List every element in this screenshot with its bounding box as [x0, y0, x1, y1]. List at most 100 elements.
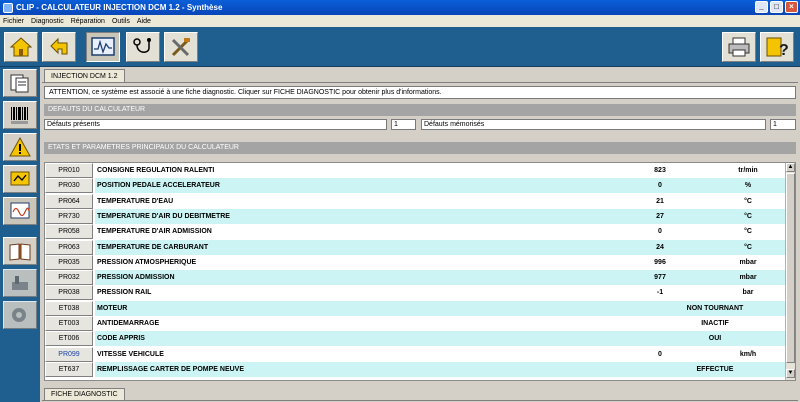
- param-value: 823: [654, 167, 666, 174]
- param-value: 27: [656, 212, 664, 220]
- param-value: 0: [658, 228, 662, 236]
- param-row: PR058 TEMPERATURE D'AIR ADMISSION 0 °C: [45, 224, 787, 240]
- param-status: OUI: [708, 335, 722, 343]
- param-unit: %: [744, 182, 752, 190]
- faults-present-count: 1: [391, 119, 416, 130]
- param-row: ET006 CODE APPRIS OUI: [45, 331, 787, 347]
- param-row: PR064 TEMPERATURE D'EAU 21 °C: [45, 193, 787, 209]
- faults-header: DEFAUTS DU CALCULATEUR: [44, 104, 796, 116]
- param-row: PR730 TEMPERATURE D'AIR DU DEBITMETRE 27 °C: [45, 208, 787, 224]
- param-unit: tr/min: [738, 167, 758, 174]
- barcode-button[interactable]: [3, 101, 37, 129]
- param-value: 21: [656, 197, 664, 205]
- param-code[interactable]: PR058: [45, 224, 93, 240]
- title-bar: CLIP - CALCULATEUR INJECTION DCM 1.2 - S…: [0, 0, 800, 15]
- repair-button[interactable]: [3, 269, 37, 297]
- documentation-icon: [9, 243, 31, 261]
- param-code[interactable]: PR063: [45, 239, 93, 255]
- main-panel: INJECTION DCM 1.2 ATTENTION, ce système …: [40, 67, 800, 402]
- bottom-divider: [42, 400, 798, 401]
- faults-present-label: Défauts présents: [44, 119, 387, 130]
- documentation-button[interactable]: [3, 237, 37, 265]
- maximize-button[interactable]: □: [770, 1, 783, 13]
- param-unit: mbar: [739, 258, 757, 266]
- oscilloscope-button[interactable]: [86, 32, 120, 62]
- special-functions-button[interactable]: [3, 301, 37, 329]
- params-scrollbar[interactable]: ▲ ▼: [785, 163, 795, 380]
- param-code[interactable]: PR030: [45, 178, 93, 194]
- param-value: -1: [656, 289, 664, 297]
- status-button[interactable]: [3, 165, 37, 193]
- multimeter-icon: [133, 38, 151, 53]
- param-code[interactable]: ET637: [45, 361, 93, 377]
- param-status: NON TOURNANT: [686, 304, 744, 312]
- param-row: ET038 MOTEUR NON TOURNANT: [45, 300, 787, 316]
- special-functions-icon: [12, 308, 26, 322]
- scroll-thumb[interactable]: [786, 173, 795, 363]
- print-button[interactable]: [722, 32, 756, 62]
- menu-diagnostic[interactable]: Diagnostic: [31, 18, 64, 25]
- multimeter-button[interactable]: [126, 32, 160, 62]
- scroll-up-icon[interactable]: ▲: [786, 163, 795, 172]
- help-icon: ?: [766, 37, 789, 58]
- param-value: 996: [654, 258, 666, 266]
- menu-reparation[interactable]: Réparation: [71, 18, 105, 25]
- param-value: 977: [654, 274, 666, 282]
- app-icon: [3, 2, 13, 13]
- parameters-icon: [10, 202, 30, 219]
- printer-icon: [728, 37, 750, 57]
- home-icon: [9, 37, 33, 57]
- param-code[interactable]: PR038: [45, 285, 93, 301]
- param-value: 24: [656, 243, 664, 251]
- params-table: PR010 CONSIGNE REGULATION RALENTI 823 tr/mi…: [44, 162, 796, 381]
- param-code[interactable]: ET038: [45, 300, 93, 316]
- param-code[interactable]: PR010: [45, 163, 93, 178]
- close-button[interactable]: ×: [785, 1, 798, 13]
- param-code[interactable]: PR032: [45, 270, 93, 286]
- diagnostic-notice: ATTENTION, ce système est associé à une …: [44, 86, 796, 99]
- tab-divider: [42, 82, 798, 83]
- param-code[interactable]: PR099: [45, 346, 93, 362]
- barcode-icon: [11, 107, 28, 124]
- minimize-button[interactable]: _: [755, 1, 768, 13]
- param-status: EFFECTUE: [696, 365, 734, 373]
- param-code[interactable]: ET006: [45, 331, 93, 347]
- menu-fichier[interactable]: Fichier: [3, 18, 24, 25]
- param-code[interactable]: PR730: [45, 208, 93, 224]
- faults-button[interactable]: [3, 133, 37, 161]
- back-button[interactable]: [42, 32, 76, 62]
- menu-outils[interactable]: Outils: [112, 18, 130, 25]
- param-unit: °C: [744, 212, 752, 220]
- param-row: PR035 PRESSION ATMOSPHERIQUE 996 mbar: [45, 254, 787, 270]
- menu-aide[interactable]: Aide: [137, 18, 151, 25]
- param-unit: mbar: [739, 274, 757, 282]
- param-value: 0: [658, 350, 662, 358]
- param-code[interactable]: PR035: [45, 254, 93, 270]
- faults-stored-count: 1: [770, 119, 796, 130]
- window-title: CLIP - CALCULATEUR INJECTION DCM 1.2 - S…: [16, 3, 223, 12]
- home-button[interactable]: [4, 32, 38, 62]
- identification-button[interactable]: [3, 69, 37, 97]
- oscilloscope-icon: [91, 37, 115, 56]
- repair-icon: [12, 276, 28, 290]
- param-status: INACTIF: [701, 320, 729, 327]
- menu-bar: Fichier Diagnostic Réparation Outils Aid…: [0, 15, 800, 27]
- tab-injection[interactable]: INJECTION DCM 1.2: [44, 69, 125, 83]
- param-row: PR032 PRESSION ADMISSION 977 mbar: [45, 270, 787, 286]
- help-glyph: ?: [779, 42, 789, 58]
- param-row: ET637 REMPLISSAGE CARTER DE POMPE NEUVE EF…: [45, 361, 787, 377]
- param-row: PR030 POSITION PEDALE ACCELERATEUR 0%: [45, 178, 787, 194]
- tools-button[interactable]: [164, 32, 198, 62]
- param-code[interactable]: ET003: [45, 316, 93, 331]
- params-header: ETATS ET PARAMETRES PRINCIPAUX DU CALCUL…: [44, 142, 796, 154]
- param-row: ET003 ANTIDEMARRAGE INACTIF: [45, 316, 787, 331]
- parameters-button[interactable]: [3, 197, 37, 225]
- param-unit: °C: [744, 197, 752, 205]
- status-icon: [10, 171, 30, 186]
- help-button[interactable]: ?: [760, 32, 794, 62]
- tools-icon: [171, 38, 190, 57]
- param-row: PR099 VITESSE VEHICULE 0 km/h: [45, 346, 787, 362]
- scroll-down-icon[interactable]: ▼: [786, 369, 795, 378]
- param-row: PR063 TEMPERATURE DE CARBURANT 24 °C: [45, 239, 787, 255]
- param-code[interactable]: PR064: [45, 193, 93, 209]
